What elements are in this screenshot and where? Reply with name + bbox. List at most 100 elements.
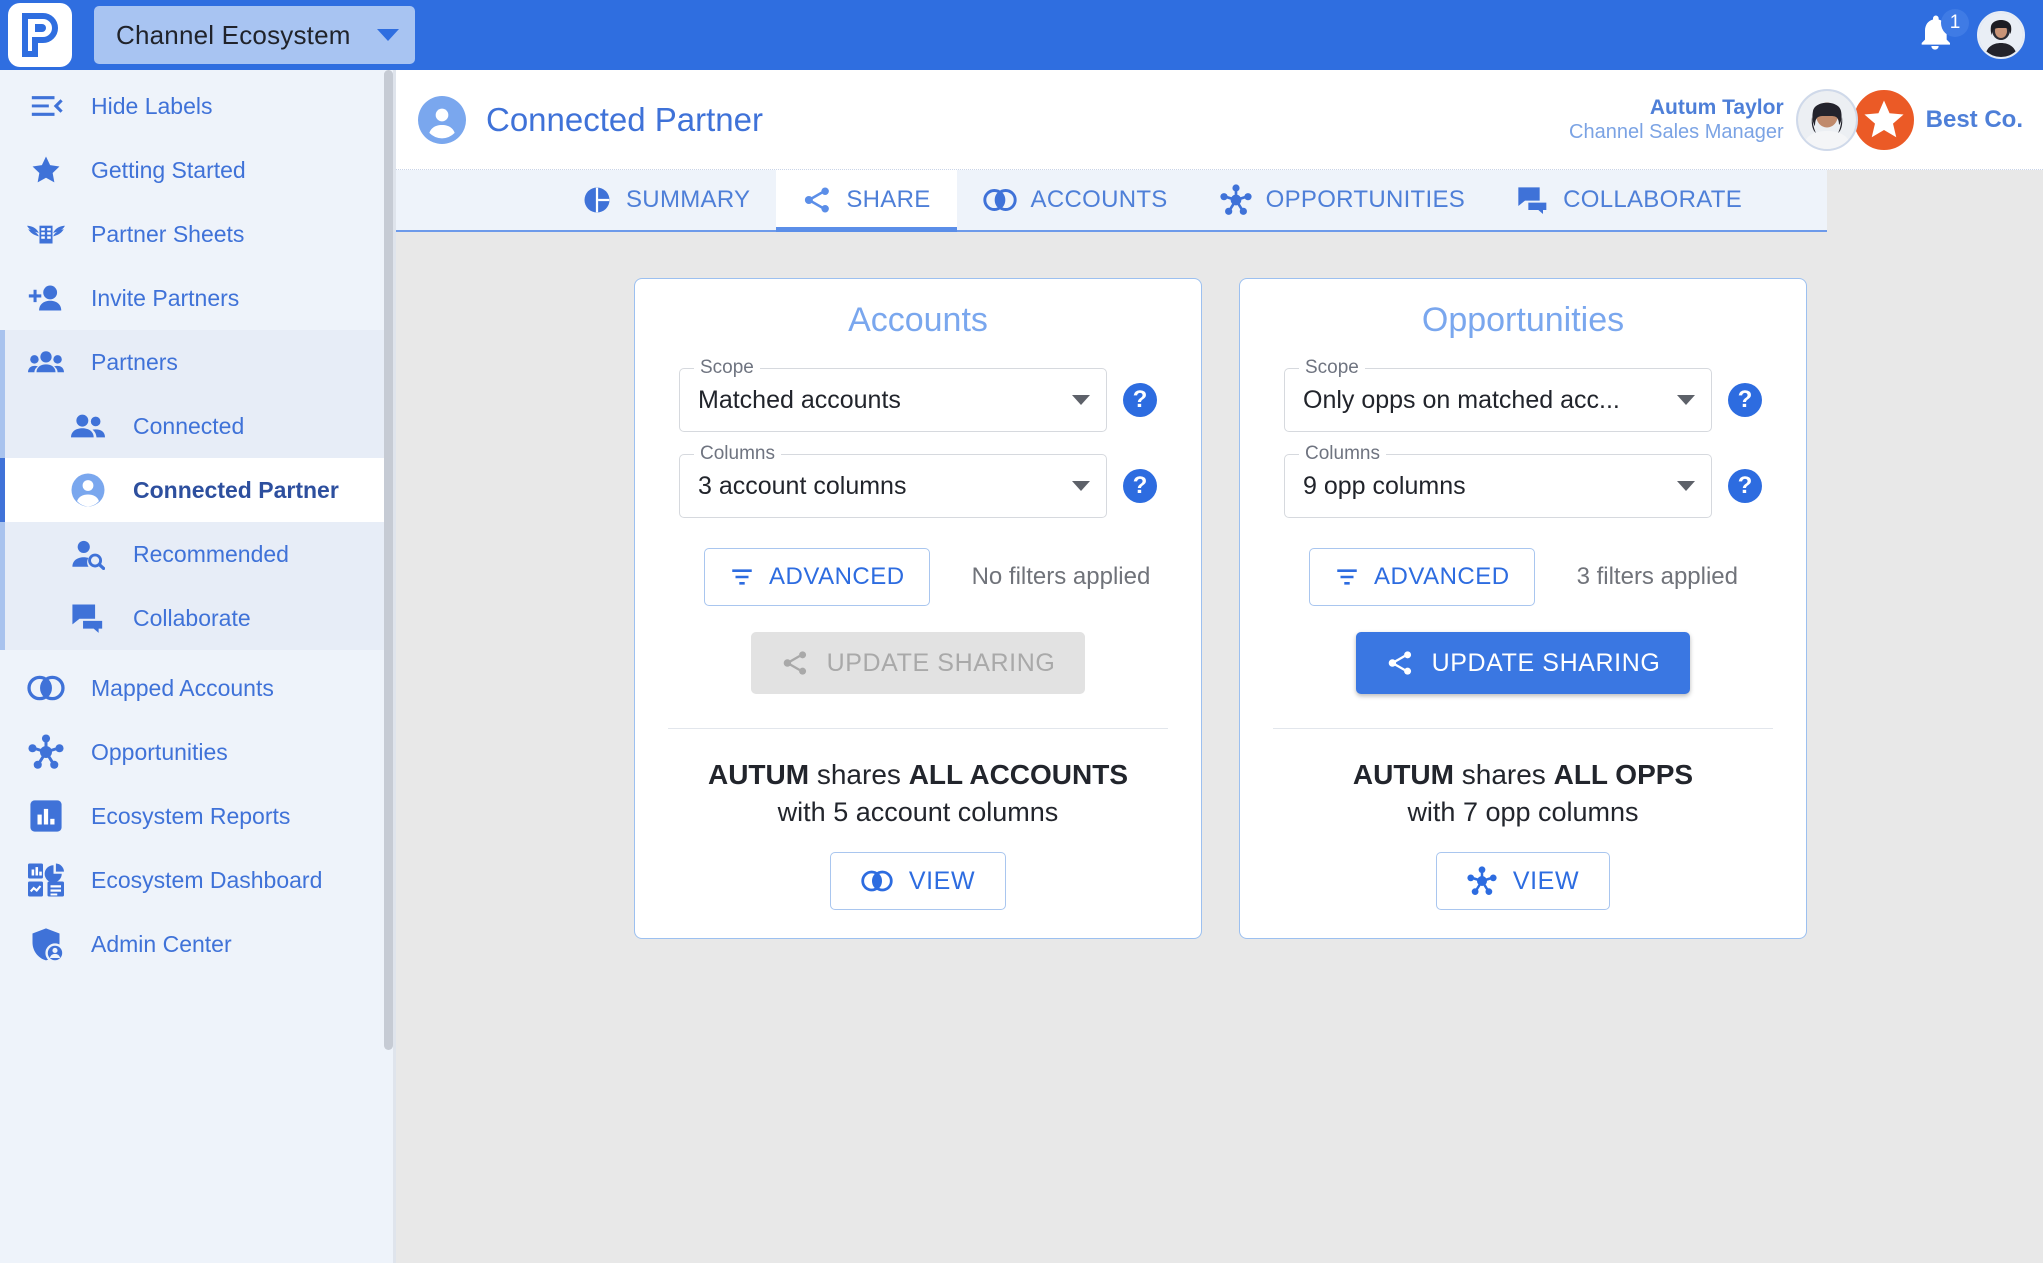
ecosystem-selector[interactable]: Channel Ecosystem xyxy=(94,6,415,64)
opportunities-divider xyxy=(1273,728,1773,729)
tab-accounts[interactable]: ACCOUNTS xyxy=(957,170,1194,230)
chat-icon xyxy=(1517,185,1549,215)
opportunities-scope-help-icon[interactable]: ? xyxy=(1728,383,1762,417)
venn-icon xyxy=(24,673,68,703)
sidebar-item-invite-partners[interactable]: Invite Partners xyxy=(0,266,396,330)
sidebar-item-getting-started[interactable]: Getting Started xyxy=(0,138,396,202)
chevron-down-icon xyxy=(1072,395,1090,405)
sidebar-item-label: Recommended xyxy=(133,540,289,567)
cards-row: Accounts Scope Matched accounts ? Column… xyxy=(396,278,2043,939)
hub-icon xyxy=(1467,866,1497,896)
opportunities-update-sharing-button[interactable]: UPDATE SHARING xyxy=(1355,632,1691,694)
opportunities-scope-select[interactable]: Scope Only opps on matched acc... xyxy=(1284,357,1712,432)
dashboard-icon xyxy=(24,863,68,897)
accounts-divider xyxy=(668,728,1168,729)
accounts-summary-target: ALL ACCOUNTS xyxy=(908,759,1129,790)
sidebar-item-partner-sheets[interactable]: Partner Sheets xyxy=(0,202,396,266)
opportunities-view-button[interactable]: VIEW xyxy=(1435,852,1611,910)
opportunities-advanced-row: ADVANCED 3 filters applied xyxy=(1309,548,1738,606)
tab-label: SUMMARY xyxy=(626,186,751,213)
opportunities-columns-select[interactable]: Columns 9 opp columns xyxy=(1284,443,1712,518)
accounts-update-sharing-label: UPDATE SHARING xyxy=(826,648,1056,677)
opportunities-card: Opportunities Scope Only opps on matched… xyxy=(1239,278,1807,939)
sidebar-item-ecosystem-reports[interactable]: Ecosystem Reports xyxy=(0,784,396,848)
ecosystem-selector-label: Channel Ecosystem xyxy=(116,19,351,50)
sidebar-item-admin-center[interactable]: Admin Center xyxy=(0,912,396,976)
sidebar-item-label: Partners xyxy=(91,348,178,375)
accounts-view-button[interactable]: VIEW xyxy=(829,852,1007,910)
sidebar-item-label: Collaborate xyxy=(133,604,251,631)
opportunities-summary-target: ALL OPPS xyxy=(1553,759,1694,790)
sidebar-item-connected-partner[interactable]: Connected Partner xyxy=(0,458,396,522)
sidebar-item-label: Admin Center xyxy=(91,930,232,957)
accounts-scope-select[interactable]: Scope Matched accounts xyxy=(679,357,1107,432)
opportunities-scope-legend: Scope xyxy=(1299,357,1365,379)
notifications-button[interactable]: 1 xyxy=(1915,9,1969,57)
tab-label: ACCOUNTS xyxy=(1030,186,1168,213)
sidebar-item-label: Getting Started xyxy=(91,156,246,183)
sidebar-item-connected[interactable]: Connected xyxy=(0,394,396,458)
accounts-columns-legend: Columns xyxy=(694,443,781,465)
tab-collaborate[interactable]: COLLABORATE xyxy=(1491,170,1768,230)
sidebar-scrollbar[interactable] xyxy=(384,70,393,1263)
accounts-advanced-label: ADVANCED xyxy=(769,563,905,590)
tab-label: SHARE xyxy=(846,186,931,213)
avatar[interactable] xyxy=(1977,11,2025,59)
sidebar-item-hide-labels[interactable]: Hide Labels xyxy=(0,74,396,138)
accounts-scope-help-icon[interactable]: ? xyxy=(1123,383,1157,417)
chevron-down-icon xyxy=(1677,481,1695,491)
accounts-advanced-button[interactable]: ADVANCED xyxy=(704,548,930,606)
opportunities-advanced-button[interactable]: ADVANCED xyxy=(1309,548,1535,606)
accounts-scope-legend: Scope xyxy=(694,357,760,379)
person-search-icon xyxy=(66,538,110,570)
accounts-card-title: Accounts xyxy=(848,301,988,339)
opportunities-advanced-label: ADVANCED xyxy=(1374,563,1510,590)
sidebar-item-ecosystem-dashboard[interactable]: Ecosystem Dashboard xyxy=(0,848,396,912)
sidebar-group-partners: Partners Connected xyxy=(0,330,396,458)
sidebar-item-recommended[interactable]: Recommended xyxy=(0,522,396,586)
content-area: Accounts Scope Matched accounts ? Column… xyxy=(396,232,2043,939)
accounts-columns-select[interactable]: Columns 3 account columns xyxy=(679,443,1107,518)
accounts-columns-row: Columns 3 account columns ? xyxy=(679,443,1157,518)
filter-icon xyxy=(1334,564,1360,590)
sidebar-item-opportunities[interactable]: Opportunities xyxy=(0,720,396,784)
people-group-icon xyxy=(24,345,68,379)
opportunities-columns-help-icon[interactable]: ? xyxy=(1728,469,1762,503)
opportunities-summary-columns: with 7 opp columns xyxy=(1407,797,1639,827)
accounts-summary-line: AUTUM shares ALL ACCOUNTS xyxy=(708,759,1128,791)
accounts-scope-value: Matched accounts xyxy=(698,385,901,414)
tab-share[interactable]: SHARE xyxy=(776,170,957,232)
sidebar-item-mapped-accounts[interactable]: Mapped Accounts xyxy=(0,656,396,720)
accounts-summary-prefix: AUTUM xyxy=(707,759,810,790)
user-chip[interactable]: Autum Taylor Channel Sales Manager Best … xyxy=(1569,87,2023,152)
opportunities-summary-line: AUTUM shares ALL OPPS xyxy=(1353,759,1693,791)
opportunities-card-title: Opportunities xyxy=(1421,301,1625,339)
company-logo xyxy=(1851,87,1916,152)
sidebar-item-label: Hide Labels xyxy=(91,92,213,119)
opportunities-columns-value: 9 opp columns xyxy=(1303,471,1466,500)
sidebar: Hide Labels Getting Started Partner Shee… xyxy=(0,70,396,1263)
app-logo[interactable] xyxy=(8,3,72,67)
logo-p-icon xyxy=(17,12,63,58)
opportunities-scope-row: Scope Only opps on matched acc... ? xyxy=(1284,357,1762,432)
accounts-columns-help-icon[interactable]: ? xyxy=(1123,469,1157,503)
tab-opportunities[interactable]: OPPORTUNITIES xyxy=(1194,170,1492,230)
tab-bar-spacer xyxy=(396,170,556,230)
accounts-filters-note: No filters applied xyxy=(971,563,1151,590)
filter-icon xyxy=(729,564,755,590)
sidebar-item-partners[interactable]: Partners xyxy=(0,330,396,394)
opportunities-scope-value: Only opps on matched acc... xyxy=(1303,385,1620,414)
opportunities-summary-prefix: AUTUM xyxy=(1352,759,1454,790)
sidebar-item-collaborate[interactable]: Collaborate xyxy=(0,586,396,650)
accounts-update-sharing-button[interactable]: UPDATE SHARING xyxy=(750,632,1086,694)
user-role: Channel Sales Manager xyxy=(1569,121,1784,144)
tab-bar: SUMMARY SHARE ACCOUNTS OPPORTUNITIES COL… xyxy=(396,170,1827,232)
share-icon xyxy=(1386,649,1414,677)
sidebar-item-label: Connected Partner xyxy=(133,476,339,503)
sidebar-scrollbar-thumb[interactable] xyxy=(384,70,393,1050)
accounts-advanced-row: ADVANCED No filters applied xyxy=(704,548,1150,606)
tab-summary[interactable]: SUMMARY xyxy=(556,170,776,230)
page-title: Connected Partner xyxy=(486,100,764,138)
opportunities-view-label: VIEW xyxy=(1512,866,1580,895)
sidebar-item-label: Ecosystem Reports xyxy=(91,802,291,829)
